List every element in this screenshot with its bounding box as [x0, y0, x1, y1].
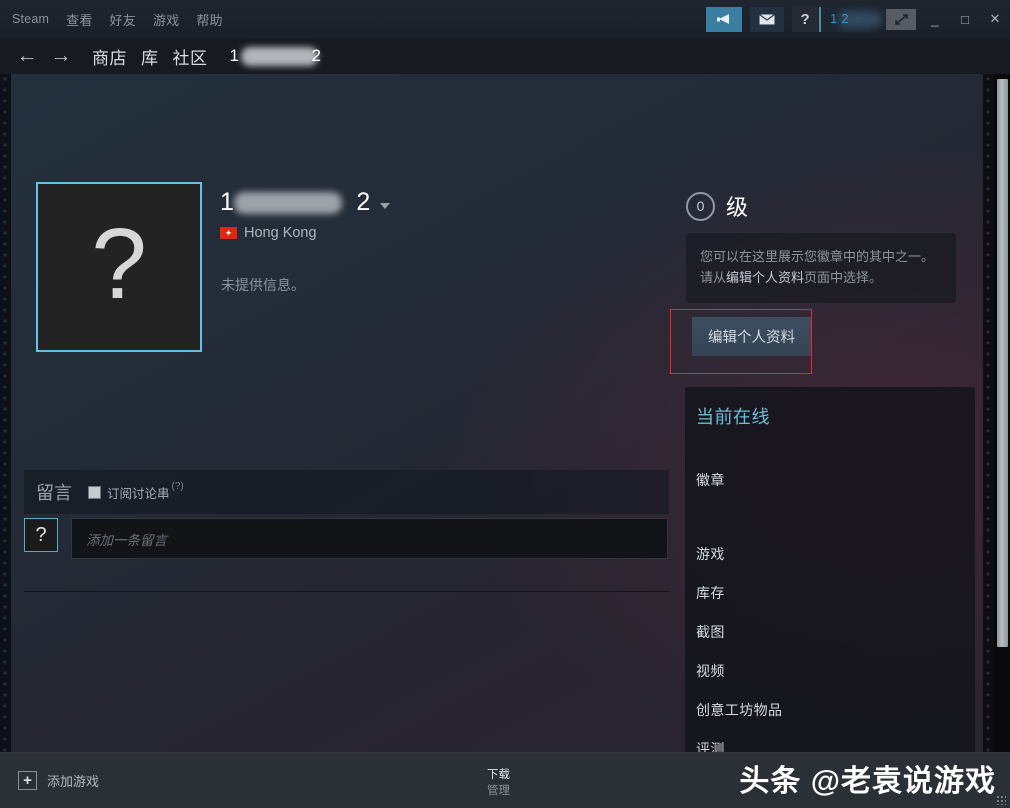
profile-location-row: ✦ Hong Kong: [220, 225, 317, 241]
titlebar: Steam 查看 好友 游戏 帮助 ? 1 2 _ □ ✕: [0, 0, 1010, 38]
menu-bar: Steam 查看 好友 游戏 帮助: [0, 10, 223, 29]
profile-name: 1xxxxxxxxx2: [220, 188, 372, 216]
badge-info-text-part2: 页面中选择。: [804, 270, 883, 286]
menu-item-steam[interactable]: Steam: [12, 12, 49, 26]
titlebar-right-controls: ? 1 2 _ □ ✕: [706, 0, 1010, 38]
badge-info-link[interactable]: 编辑个人资料: [726, 270, 804, 285]
mail-icon[interactable]: [750, 6, 785, 32]
broadcast-icon[interactable]: [706, 6, 743, 32]
help-marker-icon[interactable]: (?): [172, 481, 184, 492]
maximize-button[interactable]: □: [950, 0, 980, 38]
profile-side-panel: 当前在线 徽章 游戏 库存 截图 视频 创意工坊物品 评测 指南: [685, 387, 975, 752]
nav-link-profile[interactable]: 1xxxxxxxx2: [230, 46, 322, 66]
titlebar-username: 1 2: [830, 12, 849, 26]
add-game-button[interactable]: + 添加游戏: [18, 771, 99, 790]
comments-title: 留言: [36, 483, 72, 503]
vertical-scrollbar[interactable]: [994, 74, 1010, 752]
badge-info-box: 您可以在这里展示您徽章中的其中之一。请从编辑个人资料页面中选择。: [686, 233, 956, 303]
minimize-button[interactable]: _: [920, 0, 950, 38]
expand-icon[interactable]: [886, 8, 916, 30]
add-game-label: 添加游戏: [47, 774, 100, 789]
panel-item-videos[interactable]: 视频: [696, 661, 725, 681]
panel-item-games[interactable]: 游戏: [696, 544, 725, 564]
comment-input-placeholder: 添加一条留言: [86, 532, 167, 548]
profile-summary: 未提供信息。: [221, 277, 305, 293]
watermark: 头条 @老袁说游戏: [739, 765, 996, 798]
menu-item-help[interactable]: 帮助: [196, 10, 222, 29]
panel-item-badges[interactable]: 徽章: [696, 470, 725, 490]
steam-client-window: Steam 查看 好友 游戏 帮助 ? 1 2 _ □ ✕ ← → 商店 库 社…: [0, 0, 1010, 808]
panel-item-reviews[interactable]: 评测: [696, 739, 725, 752]
downloads-subtitle: 管理: [487, 785, 510, 798]
profile-content-area: ? 1xxxxxxxxx2 ✦ Hong Kong 未提供信息。 留言 订阅讨论…: [0, 74, 1010, 752]
help-icon[interactable]: ?: [792, 6, 819, 32]
subscribe-checkbox[interactable]: [88, 485, 101, 499]
nav-username-prefix: 1: [229, 46, 240, 65]
plus-icon: +: [18, 771, 37, 790]
profile-level-row: 0 级: [686, 190, 749, 222]
navigation-bar: ← → 商店 库 社区 1xxxxxxxx2: [0, 38, 1010, 74]
nav-username-suffix: 2: [311, 46, 322, 65]
titlebar-user-dropdown[interactable]: 1 2: [819, 6, 883, 32]
scrollbar-thumb[interactable]: [997, 79, 1008, 647]
level-label: 级: [726, 195, 750, 220]
comments-header: 留言 订阅讨论串 (?): [24, 470, 669, 514]
panel-item-inventory[interactable]: 库存: [696, 583, 725, 603]
nav-link-store[interactable]: 商店: [92, 44, 127, 69]
comment-avatar: ?: [24, 518, 58, 552]
panel-status-title: 当前在线: [696, 407, 770, 427]
profile-name-row[interactable]: 1xxxxxxxxx2: [220, 188, 391, 217]
panel-item-workshop[interactable]: 创意工坊物品: [696, 700, 782, 720]
close-button[interactable]: ✕: [980, 0, 1010, 38]
right-edge-strip: [983, 74, 994, 752]
menu-item-view[interactable]: 查看: [66, 10, 92, 29]
level-badge: 0: [686, 191, 715, 221]
comment-compose-row: ? 添加一条留言: [24, 518, 668, 559]
nav-link-community[interactable]: 社区: [173, 44, 208, 69]
back-icon[interactable]: ←: [10, 44, 44, 68]
panel-item-screenshots[interactable]: 截图: [696, 622, 725, 642]
nav-link-library[interactable]: 库: [141, 44, 159, 69]
profile-name-wrapper: 1xxxxxxxxx2: [220, 188, 371, 217]
subscribe-label: 订阅讨论串: [107, 486, 170, 501]
resize-grip[interactable]: [996, 795, 1006, 805]
question-mark-icon: ?: [91, 208, 147, 320]
edit-profile-button[interactable]: 编辑个人资料: [692, 317, 811, 356]
hong-kong-flag-icon: ✦: [220, 227, 237, 239]
menu-item-games[interactable]: 游戏: [153, 10, 179, 29]
downloads-status[interactable]: 下载 管理: [487, 767, 510, 799]
left-edge-strip: [0, 74, 11, 752]
avatar[interactable]: ?: [36, 182, 202, 352]
menu-item-friends[interactable]: 好友: [110, 10, 136, 29]
forward-icon[interactable]: →: [44, 44, 78, 68]
comment-input[interactable]: 添加一条留言: [71, 518, 668, 559]
downloads-title: 下载: [487, 769, 510, 781]
comments-divider: [24, 591, 669, 592]
profile-location: Hong Kong: [244, 225, 317, 241]
chevron-down-icon[interactable]: [380, 202, 391, 209]
